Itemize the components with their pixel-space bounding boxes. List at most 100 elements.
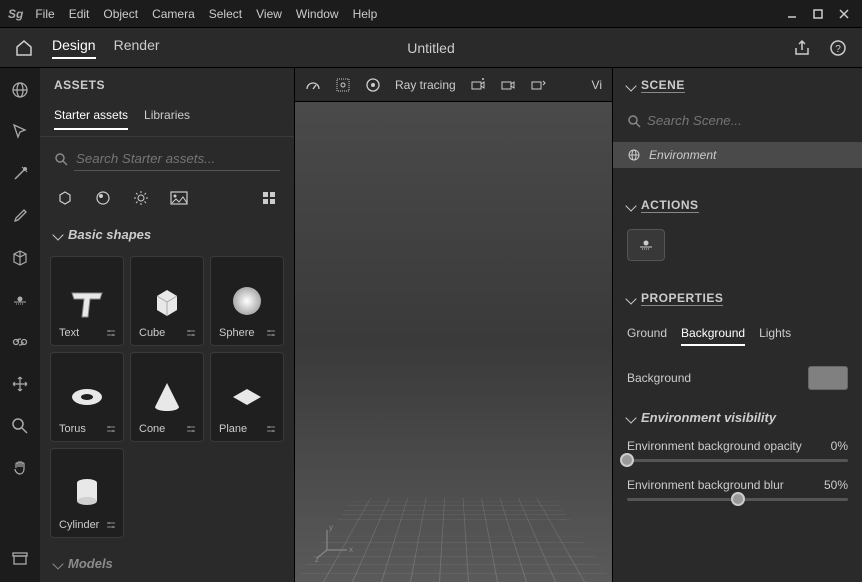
shape-cylinder[interactable]: Cylinder [50, 448, 124, 538]
zoom-tool-icon[interactable] [8, 414, 32, 438]
link-tool-icon[interactable] [8, 330, 32, 354]
archive-icon[interactable] [8, 546, 32, 570]
search-input[interactable] [74, 147, 280, 171]
assets-header: ASSETS [40, 68, 294, 102]
select-tool-icon[interactable] [8, 120, 32, 144]
shape-plane[interactable]: Plane [210, 352, 284, 442]
svg-text:x: x [349, 545, 353, 554]
blur-label: Environment background blur [627, 478, 784, 492]
shape-label: Cube [139, 327, 165, 339]
cylinder-icon [63, 469, 111, 517]
background-color-swatch[interactable] [808, 366, 848, 390]
tab-starter-assets[interactable]: Starter assets [54, 108, 128, 130]
shape-text[interactable]: Text [50, 256, 124, 346]
tab-lights[interactable]: Lights [759, 326, 791, 346]
section-label: Basic shapes [68, 227, 151, 242]
section-basic-shapes[interactable]: Basic shapes [40, 215, 294, 250]
properties-header[interactable]: PROPERTIES [613, 281, 862, 316]
svg-text:z: z [315, 555, 319, 562]
shape-label: Cylinder [59, 519, 99, 531]
svg-text:?: ? [835, 44, 841, 55]
menu-edit[interactable]: Edit [69, 7, 90, 21]
cone-icon [143, 373, 191, 421]
scene-header[interactable]: SCENE [613, 68, 862, 103]
sliders-icon[interactable] [105, 423, 117, 435]
section-label: ACTIONS [641, 198, 699, 213]
env-visibility-header[interactable]: Environment visibility [613, 400, 862, 431]
wand-tool-icon[interactable] [8, 162, 32, 186]
menu-view[interactable]: View [256, 7, 282, 21]
camera-icon[interactable] [500, 77, 516, 93]
globe-icon[interactable] [8, 78, 32, 102]
sliders-icon[interactable] [105, 519, 117, 531]
shape-torus[interactable]: Torus [50, 352, 124, 442]
settings-icon[interactable] [335, 77, 351, 93]
close-button[interactable] [834, 4, 854, 24]
viewport-canvas[interactable]: y x z [295, 102, 612, 582]
action-light-button[interactable] [627, 229, 665, 261]
filter-lights-icon[interactable] [130, 187, 152, 209]
opacity-slider[interactable] [627, 459, 848, 462]
filter-materials-icon[interactable] [92, 187, 114, 209]
tab-render[interactable]: Render [114, 37, 160, 59]
scene-search-input[interactable] [647, 109, 848, 132]
torus-icon [63, 373, 111, 421]
svg-text:y: y [329, 523, 333, 532]
sliders-icon[interactable] [185, 423, 197, 435]
opacity-label: Environment background opacity [627, 439, 802, 453]
axis-gizmo[interactable]: y x z [315, 522, 355, 562]
cube-icon [143, 277, 191, 325]
minimize-button[interactable] [782, 4, 802, 24]
hand-tool-icon[interactable] [8, 456, 32, 480]
shape-cube[interactable]: Cube [130, 256, 204, 346]
menu-help[interactable]: Help [353, 7, 378, 21]
menu-object[interactable]: Object [103, 7, 138, 21]
camera-next-icon[interactable] [530, 77, 546, 93]
menu-bar: File Edit Object Camera Select View Wind… [35, 7, 377, 21]
cube-tool-icon[interactable] [8, 246, 32, 270]
shape-cone[interactable]: Cone [130, 352, 204, 442]
light-tool-icon[interactable] [8, 288, 32, 312]
home-icon[interactable] [12, 36, 36, 60]
view-partial[interactable]: Vi [592, 78, 602, 92]
actions-header[interactable]: ACTIONS [613, 188, 862, 223]
blur-slider[interactable] [627, 498, 848, 501]
search-icon [54, 152, 68, 166]
document-title: Untitled [407, 40, 454, 56]
sliders-icon[interactable] [265, 423, 277, 435]
sliders-icon[interactable] [265, 327, 277, 339]
section-models[interactable]: Models [40, 544, 294, 579]
record-icon[interactable] [365, 77, 381, 93]
sliders-icon[interactable] [105, 327, 117, 339]
filter-images-icon[interactable] [168, 187, 190, 209]
menu-camera[interactable]: Camera [152, 7, 195, 21]
grid-view-icon[interactable] [258, 187, 280, 209]
text-icon [63, 277, 111, 325]
menu-file[interactable]: File [35, 7, 54, 21]
assets-panel: ASSETS Starter assets Libraries Basic sh… [40, 68, 295, 582]
shape-sphere[interactable]: Sphere [210, 256, 284, 346]
filter-shapes-icon[interactable] [54, 187, 76, 209]
section-label: PROPERTIES [641, 291, 723, 306]
raytracing-toggle[interactable]: Ray tracing [395, 78, 456, 92]
sphere-icon [223, 277, 271, 325]
share-icon[interactable] [790, 36, 814, 60]
shape-label: Sphere [219, 327, 254, 339]
speed-icon[interactable] [305, 77, 321, 93]
sliders-icon[interactable] [185, 327, 197, 339]
shape-label: Plane [219, 423, 247, 435]
camera-add-icon[interactable] [470, 77, 486, 93]
section-label: SCENE [641, 78, 685, 93]
eyedropper-icon[interactable] [8, 204, 32, 228]
scene-item-environment[interactable]: Environment [613, 142, 862, 168]
move-tool-icon[interactable] [8, 372, 32, 396]
menu-window[interactable]: Window [296, 7, 339, 21]
maximize-button[interactable] [808, 4, 828, 24]
section-label: Models [68, 556, 113, 571]
tab-background[interactable]: Background [681, 326, 745, 346]
tab-ground[interactable]: Ground [627, 326, 667, 346]
tab-libraries[interactable]: Libraries [144, 108, 190, 130]
help-icon[interactable]: ? [826, 36, 850, 60]
menu-select[interactable]: Select [209, 7, 242, 21]
tab-design[interactable]: Design [52, 37, 96, 59]
